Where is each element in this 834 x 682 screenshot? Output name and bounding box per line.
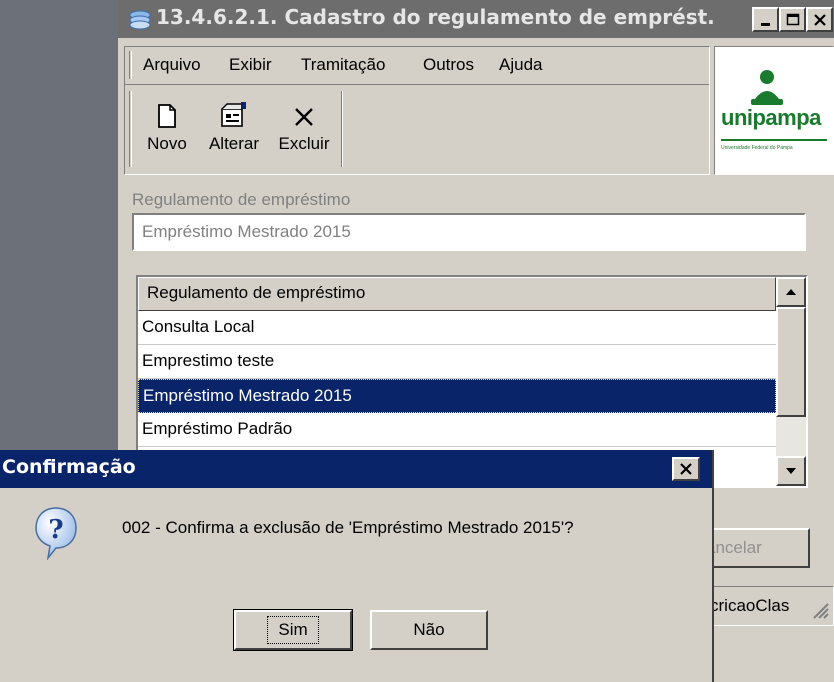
menubar-grip[interactable] bbox=[129, 51, 132, 79]
unipampa-logo: unipampa Universidade Federal do Pampa bbox=[714, 46, 834, 175]
close-icon bbox=[813, 13, 826, 26]
scroll-down-button[interactable] bbox=[776, 456, 806, 486]
regulamento-label: Regulamento de empréstimo bbox=[132, 190, 351, 209]
toolbar-grip[interactable] bbox=[129, 91, 132, 167]
svg-text:?: ? bbox=[48, 515, 63, 545]
close-icon bbox=[680, 463, 692, 475]
minimize-button[interactable] bbox=[752, 7, 779, 32]
sim-button[interactable]: Sim bbox=[233, 609, 353, 651]
toolbar-separator bbox=[341, 91, 343, 167]
menu-tramitacao[interactable]: Tramitação bbox=[301, 55, 385, 75]
edit-properties-icon bbox=[199, 93, 269, 129]
dialog-message: 002 - Confirma a exclusão de 'Empréstimo… bbox=[122, 518, 574, 537]
maximize-button[interactable] bbox=[779, 7, 806, 32]
list-item[interactable]: Consulta Local bbox=[138, 311, 776, 345]
excluir-button[interactable]: Excluir bbox=[271, 93, 337, 154]
delete-x-icon bbox=[271, 93, 337, 129]
toolbar: Novo Alterar Excluir bbox=[125, 89, 709, 174]
menu-ajuda[interactable]: Ajuda bbox=[499, 55, 542, 75]
list-item[interactable]: Emprestimo teste bbox=[138, 345, 776, 379]
nao-button[interactable]: Não bbox=[370, 610, 488, 650]
question-icon: ? bbox=[34, 506, 78, 561]
maximize-icon bbox=[786, 13, 799, 25]
status-text: cricaoClas bbox=[710, 596, 790, 615]
command-bar-panel: Arquivo Exibir Tramitação Outros Ajuda N… bbox=[124, 46, 710, 175]
app-icon bbox=[128, 8, 152, 32]
dialog-close-button[interactable] bbox=[672, 457, 700, 481]
menu-outros[interactable]: Outros bbox=[423, 55, 474, 75]
alterar-button[interactable]: Alterar bbox=[199, 93, 269, 154]
list-column-header[interactable]: Regulamento de empréstimo bbox=[138, 277, 776, 311]
menu-arquivo[interactable]: Arquivo bbox=[143, 55, 201, 75]
novo-button[interactable]: Novo bbox=[137, 93, 197, 154]
cancelar-button[interactable]: ancelar bbox=[704, 528, 810, 568]
regulamento-input[interactable]: Empréstimo Mestrado 2015 bbox=[132, 213, 806, 251]
arrow-up-icon bbox=[786, 289, 796, 295]
menu-bar: Arquivo Exibir Tramitação Outros Ajuda bbox=[125, 47, 709, 85]
list-vertical-scrollbar[interactable] bbox=[776, 277, 806, 486]
window-title: 13.4.6.2.1. Cadastro do regulamento de e… bbox=[156, 5, 716, 29]
confirm-dialog: Confirmação ? 002 - Confirma a exclusão … bbox=[0, 450, 714, 682]
logo-wordmark: unipampa bbox=[721, 105, 821, 130]
minimize-icon bbox=[760, 22, 770, 26]
menu-exibir[interactable]: Exibir bbox=[229, 55, 272, 75]
logo-tagline: Universidade Federal do Pampa bbox=[721, 145, 793, 151]
dialog-title: Confirmação bbox=[2, 456, 136, 478]
scroll-up-button[interactable] bbox=[776, 277, 806, 307]
close-button[interactable] bbox=[806, 7, 833, 32]
dialog-titlebar[interactable]: Confirmação bbox=[0, 450, 712, 488]
list-item[interactable]: Empréstimo Padrão bbox=[138, 413, 776, 447]
arrow-down-icon bbox=[786, 468, 796, 474]
resize-grip-icon[interactable] bbox=[808, 598, 830, 620]
window-titlebar[interactable]: 13.4.6.2.1. Cadastro do regulamento de e… bbox=[118, 0, 834, 38]
new-document-icon bbox=[137, 93, 197, 129]
list-item-selected[interactable]: Empréstimo Mestrado 2015 bbox=[138, 379, 776, 413]
scroll-thumb[interactable] bbox=[776, 307, 806, 417]
